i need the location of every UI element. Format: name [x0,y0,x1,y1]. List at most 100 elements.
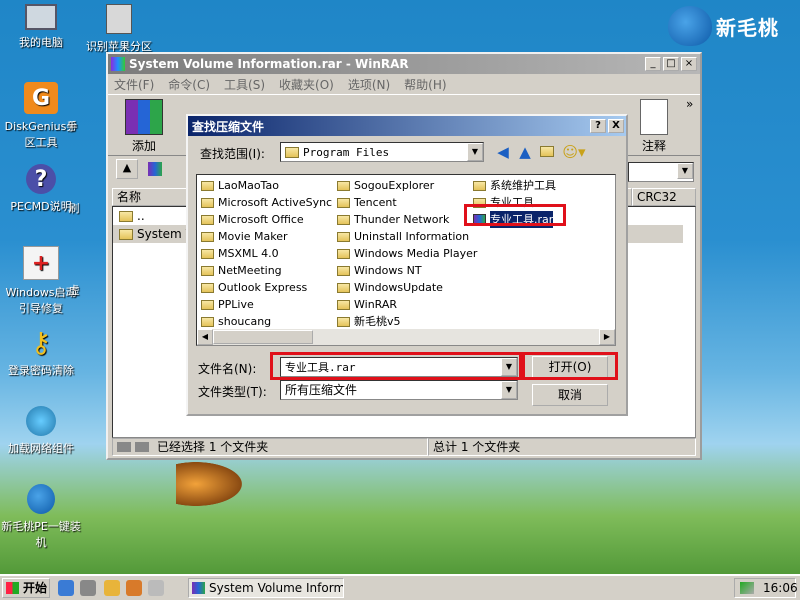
scroll-thumb[interactable] [213,330,313,344]
butterfly-decoration [176,462,242,506]
up-folder-button[interactable]: ▲ [116,159,138,179]
list-item[interactable]: Windows Media Player [337,245,477,262]
list-item[interactable]: NetMeeting [201,262,332,279]
folder-icon [337,265,350,276]
dialog-close-button[interactable]: X [608,119,624,133]
taskbar-item-winrar[interactable]: System Volume Informati... [188,578,344,598]
list-item[interactable]: shoucang [201,313,332,330]
list-item[interactable]: WinRAR [337,296,477,313]
computer-icon [25,4,57,30]
list-item[interactable]: Windows NT [337,262,477,279]
add-button[interactable]: 添加 [120,99,168,154]
window-title: System Volume Information.rar - WinRAR [129,57,409,71]
menu-tools[interactable]: 工具(S) [224,76,265,93]
list-item[interactable]: 系统维护工具 [473,177,556,194]
list-item[interactable]: Tencent [337,194,477,211]
menu-favorites[interactable]: 收藏夹(O) [279,76,334,93]
list-item[interactable]: PPLive [201,296,332,313]
list-item[interactable]: Microsoft Office [201,211,332,228]
minimize-button[interactable]: _ [645,57,661,71]
new-folder-icon[interactable] [538,143,556,161]
desktop-icon-diskgenius[interactable]: G DiskGenius分区工具 [0,82,82,150]
folder-icon [337,282,350,293]
status-left: 已经选择 1 个文件夹 [112,438,428,456]
folder-icon [473,180,486,191]
menu-options[interactable]: 选项(N) [348,76,390,93]
winrar-titlebar[interactable]: System Volume Information.rar - WinRAR _… [108,54,700,74]
globe-icon [26,406,56,436]
dialog-titlebar[interactable]: 查找压缩文件 ? X [188,116,626,136]
start-label: 开始 [23,581,48,595]
desktop-icon-partial[interactable]: 虚 [64,282,84,298]
folder-icon [337,197,350,208]
cancel-button[interactable]: 取消 [532,384,608,406]
dialog-help-button[interactable]: ? [590,119,606,133]
list-item-label: .. [137,209,145,223]
menu-bar: 文件(F) 命令(C) 工具(S) 收藏夹(O) 选项(N) 帮助(H) [108,74,700,94]
winrar-app-icon [111,57,125,71]
add-button-label: 添加 [131,139,156,153]
desktop-icon-partial[interactable]: 刷 [64,200,84,216]
folder-icon [201,299,214,310]
scroll-right-arrow-icon[interactable]: ▶ [599,329,615,345]
up-arrow-icon[interactable]: ▲ [516,143,534,161]
menu-commands[interactable]: 命令(C) [168,76,210,93]
list-item[interactable]: 新毛桃v5 [337,313,477,330]
column-crc32[interactable]: CRC32 [632,188,696,206]
comment-button[interactable]: 注释 [630,99,678,154]
menu-help[interactable]: 帮助(H) [404,76,446,93]
chevron-down-icon[interactable]: ▼ [467,143,483,161]
folder-icon [119,210,133,222]
desktop-icon-network[interactable]: 加载网络组件 [0,406,82,456]
horizontal-scrollbar[interactable]: ◀ ▶ [197,329,615,345]
chevron-down-icon[interactable]: ▼ [501,381,517,399]
filetype-label: 文件类型(T): [198,385,267,399]
find-archive-dialog: 查找压缩文件 ? X 查找范围(I): Program Files ▼ ◀ ▲ … [186,114,628,416]
filetype-select[interactable]: 所有压缩文件 ▼ [280,380,518,400]
desktop-icon-partial[interactable]: 手 [62,118,82,134]
desktop-icon-label: 虚 [68,284,80,297]
list-item[interactable]: Thunder Network [337,211,477,228]
menu-file[interactable]: 文件(F) [114,76,154,93]
list-item[interactable]: SogouExplorer [337,177,477,194]
desktop-icon-boot-repair[interactable]: + Windows启动引导修复 [0,246,82,316]
desktop-icon-password-clear[interactable]: ⚷ 登录密码清除 [0,326,82,378]
desktop-icon-onekey-install[interactable]: 新毛桃PE一键装机 [0,484,82,550]
toolbar-more-chevron[interactable]: » [686,97,693,111]
close-button[interactable]: × [681,57,697,71]
start-button[interactable]: 开始 [2,578,50,598]
folder-icon [337,248,350,259]
tray-network-icon[interactable] [740,582,754,594]
quicklaunch-media-icon[interactable] [126,580,142,596]
desktop-icon-my-computer[interactable]: 我的电脑 [0,4,82,50]
list-item[interactable]: Movie Maker [201,228,332,245]
list-item[interactable]: LaoMaoTao [201,177,332,194]
list-item[interactable]: Microsoft ActiveSync [201,194,332,211]
archive-books-icon [125,99,163,135]
view-menu-icon[interactable]: ☺▾ [562,143,586,161]
filename-label: 文件名(N): [198,362,257,376]
list-item[interactable]: MSXML 4.0 [201,245,332,262]
lookin-combo[interactable]: Program Files ▼ [280,142,484,162]
address-combo[interactable]: ▼ [628,162,694,182]
desktop-icon-identify-apple-partition[interactable]: 识别苹果分区 [78,4,160,54]
chevron-down-icon[interactable]: ▼ [677,163,693,179]
list-item[interactable]: Outlook Express [201,279,332,296]
status-right: 总计 1 个文件夹 [428,438,696,456]
list-item[interactable]: WindowsUpdate [337,279,477,296]
folder-column-2: SogouExplorer Tencent Thunder Network Un… [337,177,477,330]
archive-small-icon [148,162,162,176]
quicklaunch-explorer-icon[interactable] [58,580,74,596]
quicklaunch-tool-icon[interactable] [80,580,96,596]
list-item[interactable]: Uninstall Information [337,228,477,245]
desktop-icon-label: 登录密码清除 [8,364,74,377]
windows-flag-icon [6,582,19,594]
scroll-left-arrow-icon[interactable]: ◀ [197,329,213,345]
back-arrow-icon[interactable]: ◀ [494,143,512,161]
maximize-button[interactable]: □ [663,57,679,71]
quicklaunch-folder-icon[interactable] [104,580,120,596]
folder-icon [285,147,299,158]
folder-icon [337,231,350,242]
column-name[interactable]: 名称 [112,188,188,206]
quicklaunch-keyboard-icon[interactable] [148,580,164,596]
